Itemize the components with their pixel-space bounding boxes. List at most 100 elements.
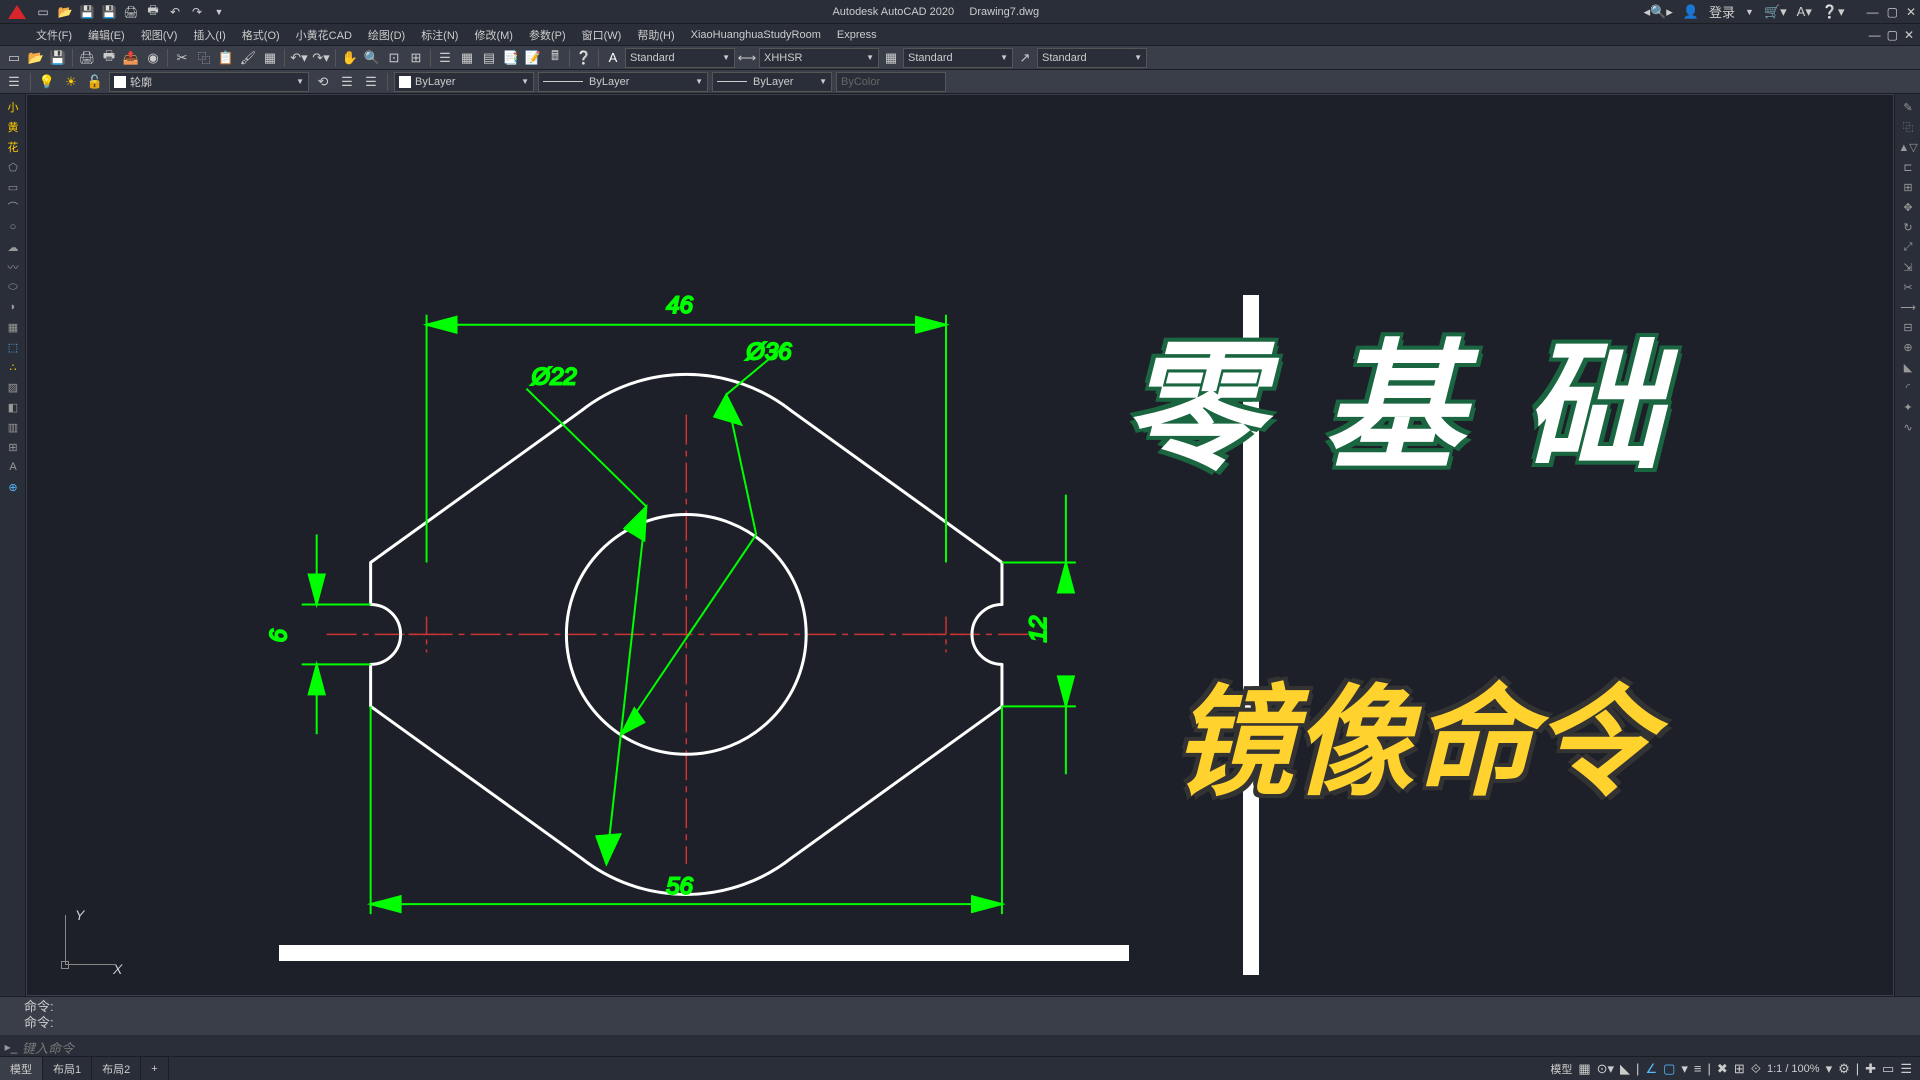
doc-close-icon[interactable]: ✕ [1904, 28, 1914, 42]
circle-icon[interactable]: ○ [2, 218, 24, 236]
zoom-extents-icon[interactable]: ⊞ [406, 48, 426, 68]
clean-icon[interactable]: ▭ [1882, 1061, 1894, 1077]
mleader-style-btn-icon[interactable]: ↗ [1015, 48, 1035, 68]
copy-icon[interactable]: ⿻ [1897, 118, 1919, 136]
gear-icon[interactable]: ⚙ [1838, 1061, 1850, 1077]
scale-icon[interactable]: ⤢ [1897, 238, 1919, 256]
gradient-icon[interactable]: ◧ [2, 398, 24, 416]
save-icon[interactable]: 💾 [78, 3, 96, 21]
pan-icon[interactable]: ✋ [340, 48, 360, 68]
spline-icon[interactable]: 〰 [2, 258, 24, 276]
preview-icon[interactable]: 🖶 [99, 48, 119, 68]
blend-icon[interactable]: ∿ [1897, 418, 1919, 436]
new-icon[interactable]: ▭ [34, 3, 52, 21]
text-style-dropdown[interactable]: Standard▼ [625, 48, 735, 68]
hatch-icon[interactable]: ▨ [2, 378, 24, 396]
dyn-icon[interactable]: ⟐ [1751, 1061, 1761, 1077]
open-icon[interactable]: 📂 [56, 3, 74, 21]
sc-icon[interactable]: ⊞ [1734, 1061, 1745, 1077]
revcloud-icon[interactable]: ☁ [2, 238, 24, 256]
help-icon[interactable]: ❔▾ [1822, 4, 1845, 20]
redo-icon[interactable]: ↷ [188, 3, 206, 21]
grid-icon[interactable]: ▦ [1578, 1061, 1590, 1077]
scale-dropdown-icon[interactable]: ▾ [1826, 1061, 1833, 1077]
saveas-icon[interactable]: 💾 [100, 3, 118, 21]
menu-modify[interactable]: 修改(M) [468, 25, 519, 45]
menu-xhhroom[interactable]: XiaoHuanghuaStudyRoom [685, 27, 827, 43]
menu-xhh[interactable]: 小黄花CAD [290, 25, 358, 45]
extend-icon[interactable]: ⟶ [1897, 298, 1919, 316]
doc-maximize-icon[interactable]: ▢ [1887, 28, 1898, 42]
isoplane-icon[interactable]: ▾ [1681, 1061, 1688, 1077]
break-icon[interactable]: ⊟ [1897, 318, 1919, 336]
publish-icon[interactable]: 📤 [121, 48, 141, 68]
insert-icon[interactable]: ▦ [2, 318, 24, 336]
rotate-icon[interactable]: ↻ [1897, 218, 1919, 236]
new-file-icon[interactable]: ▭ [4, 48, 24, 68]
rectangle-icon[interactable]: ▭ [2, 178, 24, 196]
close-icon[interactable]: ✕ [1906, 5, 1916, 19]
menu-help[interactable]: 帮助(H) [631, 25, 680, 45]
menu-parametric[interactable]: 参数(P) [523, 25, 572, 45]
doc-minimize-icon[interactable]: — [1869, 28, 1881, 42]
open-file-icon[interactable]: 📂 [26, 48, 46, 68]
mtext-icon[interactable]: A [2, 458, 24, 476]
linetype-dropdown[interactable]: ByLayer▼ [538, 72, 708, 92]
markup-icon[interactable]: 📝 [523, 48, 543, 68]
tab-add[interactable]: + [141, 1057, 168, 1080]
addsel-icon[interactable]: ⊕ [2, 478, 24, 496]
trim-icon[interactable]: ✂ [1897, 278, 1919, 296]
status-scale[interactable]: 1:1 / 100% [1767, 1063, 1820, 1075]
table-style-btn-icon[interactable]: ▦ [881, 48, 901, 68]
layerprops-icon[interactable]: ☰ [4, 72, 24, 92]
menu-file[interactable]: 文件(F) [30, 25, 78, 45]
mleader-style-dropdown[interactable]: Standard▼ [1037, 48, 1147, 68]
3ddwf-icon[interactable]: ◉ [143, 48, 163, 68]
zoom-icon[interactable]: 🔍 [362, 48, 382, 68]
join-icon[interactable]: ⊕ [1897, 338, 1919, 356]
block-icon[interactable]: ▦ [260, 48, 280, 68]
plus-icon[interactable]: ✚ [1865, 1061, 1876, 1077]
tab-model[interactable]: 模型 [0, 1057, 43, 1080]
print-icon[interactable]: 🖨 [77, 48, 97, 68]
chamfer-icon[interactable]: ◣ [1897, 358, 1919, 376]
plot-icon[interactable]: 🖨 [122, 3, 140, 21]
menu-edit[interactable]: 编辑(E) [82, 25, 131, 45]
cart-icon[interactable]: 🛒▾ [1764, 4, 1787, 20]
status-model[interactable]: 模型 [1550, 1061, 1572, 1077]
mirror-icon[interactable]: ▲▽ [1897, 138, 1919, 156]
table-icon[interactable]: ⊞ [2, 438, 24, 456]
minimize-icon[interactable]: — [1867, 5, 1879, 19]
layer-freeze-icon[interactable]: ☀ [61, 72, 81, 92]
transparency-icon[interactable]: ✖ [1717, 1061, 1728, 1077]
layer-lock-icon[interactable]: 🔓 [85, 72, 105, 92]
sheetset-icon[interactable]: 📑 [501, 48, 521, 68]
dropdown-icon[interactable]: ▼ [1745, 7, 1754, 17]
table-style-dropdown[interactable]: Standard▼ [903, 48, 1013, 68]
menu-window[interactable]: 窗口(W) [576, 25, 628, 45]
polygon-icon[interactable]: ⬠ [2, 158, 24, 176]
undo-icon[interactable]: ↶ [166, 3, 184, 21]
ortho-icon[interactable]: ◣ [1620, 1061, 1630, 1077]
app-logo-icon[interactable] [4, 2, 30, 22]
redo-icon[interactable]: ↷▾ [311, 48, 331, 68]
favorite-icon[interactable]: A▾ [1797, 4, 1812, 20]
menu-insert[interactable]: 插入(I) [187, 25, 231, 45]
undo-icon[interactable]: ↶▾ [289, 48, 309, 68]
drawing-canvas[interactable]: 46 56 Ø36 Ø22 [26, 94, 1894, 996]
explode-icon[interactable]: ✦ [1897, 398, 1919, 416]
maximize-icon[interactable]: ▢ [1887, 5, 1898, 19]
layer-filter-icon[interactable]: ☰ [361, 72, 381, 92]
save-file-icon[interactable]: 💾 [48, 48, 68, 68]
layer-on-icon[interactable]: 💡 [37, 72, 57, 92]
search-icon[interactable]: ◂🔍▸ [1644, 4, 1673, 20]
stretch-icon[interactable]: ⇲ [1897, 258, 1919, 276]
match-icon[interactable]: 🖌 [238, 48, 258, 68]
menu-express[interactable]: Express [831, 27, 883, 43]
polar-icon[interactable]: ∠ [1645, 1061, 1657, 1077]
layer-prev-icon[interactable]: ⟲ [313, 72, 333, 92]
menu-dimension[interactable]: 标注(N) [415, 25, 464, 45]
menu-view[interactable]: 视图(V) [135, 25, 184, 45]
osnap-icon[interactable]: ▢ [1663, 1061, 1675, 1077]
copy-icon[interactable]: ⿻ [194, 48, 214, 68]
